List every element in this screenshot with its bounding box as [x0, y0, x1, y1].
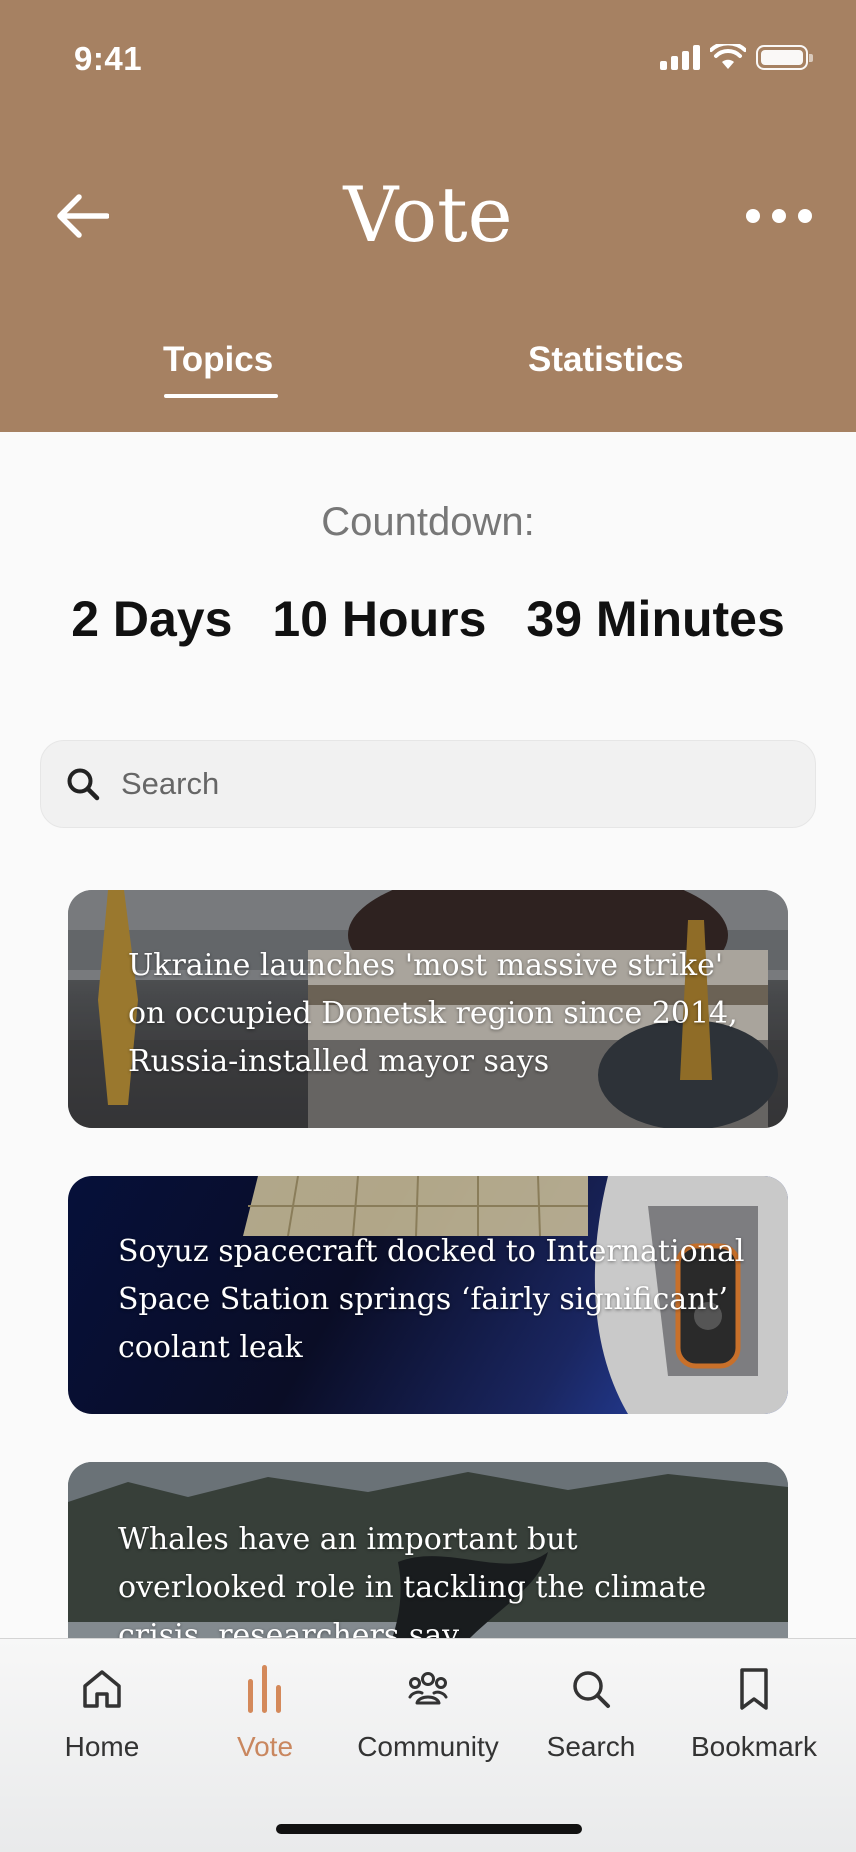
- tabbar-label: Community: [357, 1731, 499, 1762]
- page-title: Vote: [343, 170, 513, 259]
- search-icon: [65, 766, 101, 802]
- search-icon: [569, 1659, 613, 1719]
- status-icons: [660, 44, 813, 70]
- dot-icon: [772, 209, 786, 223]
- search-bar[interactable]: [40, 740, 816, 828]
- header-bar: 9:41 Vote Topics Statistics: [0, 0, 856, 432]
- community-icon: [406, 1659, 450, 1719]
- bottom-tab-bar: Home Vote Community Search Bookmark: [0, 1638, 856, 1852]
- tabbar-item-home[interactable]: Home: [17, 1659, 187, 1763]
- tabbar-item-vote[interactable]: Vote: [180, 1659, 350, 1763]
- card-title: Ukraine launches 'most massive strike' o…: [128, 948, 738, 1079]
- tabbar-item-bookmark[interactable]: Bookmark: [669, 1659, 839, 1763]
- countdown-minutes: 39 Minutes: [526, 591, 785, 647]
- tabbar-label: Home: [64, 1731, 140, 1762]
- tab-statistics[interactable]: Statistics: [528, 340, 684, 380]
- battery-icon: [756, 44, 813, 70]
- topic-card[interactable]: Soyuz spacecraft docked to International…: [68, 1176, 788, 1414]
- topic-card[interactable]: Ukraine launches 'most massive strike' o…: [68, 890, 788, 1128]
- tab-topics[interactable]: Topics: [163, 340, 273, 380]
- tabbar-item-community[interactable]: Community: [343, 1659, 513, 1763]
- wifi-icon: [710, 44, 746, 69]
- cellular-signal-icon: [660, 44, 700, 70]
- status-time: 9:41: [74, 40, 143, 77]
- vote-icon: [245, 1659, 285, 1719]
- home-indicator[interactable]: [276, 1824, 582, 1834]
- dot-icon: [798, 209, 812, 223]
- bookmark-icon: [736, 1659, 772, 1719]
- search-input[interactable]: [121, 766, 721, 802]
- tabbar-label: Vote: [236, 1731, 294, 1762]
- tabbar-label: Bookmark: [690, 1731, 818, 1762]
- more-options-button[interactable]: [746, 198, 812, 234]
- active-tab-indicator: [164, 394, 278, 398]
- countdown-hours: 10 Hours: [272, 591, 487, 647]
- countdown-days: 2 Days: [71, 591, 233, 647]
- card-title: Soyuz spacecraft docked to International…: [118, 1234, 745, 1365]
- tabbar-item-search[interactable]: Search: [506, 1659, 676, 1763]
- home-icon: [80, 1659, 124, 1719]
- dot-icon: [746, 209, 760, 223]
- countdown-timer: 2 Days 10 Hours 39 Minutes: [0, 590, 856, 648]
- tabbar-label: Search: [546, 1731, 636, 1762]
- countdown-label: Countdown:: [321, 500, 535, 544]
